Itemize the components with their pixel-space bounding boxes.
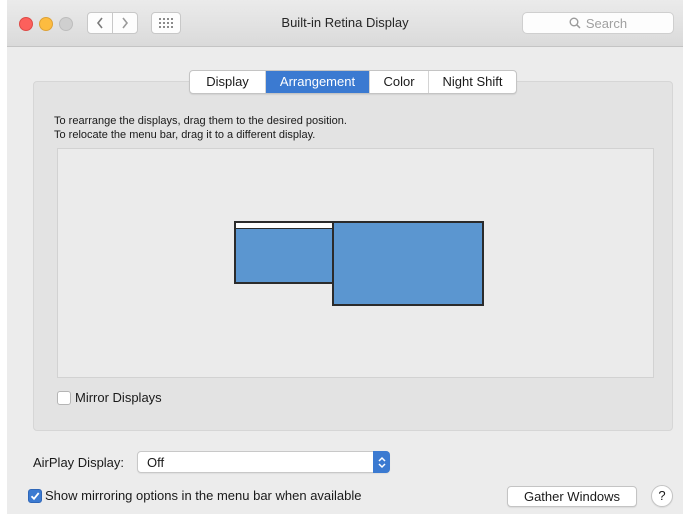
tab-bar: Display Arrangement Color Night Shift (189, 70, 517, 94)
show-mirroring-options-label[interactable]: Show mirroring options in the menu bar w… (45, 488, 362, 503)
rearrange-instruction: To rearrange the displays, drag them to … (54, 115, 347, 127)
tab-night-shift[interactable]: Night Shift (429, 71, 516, 93)
airplay-display-label: AirPlay Display: (33, 455, 125, 470)
show-mirroring-options-checkbox[interactable] (28, 489, 42, 503)
secondary-display-thumbnail[interactable] (332, 221, 484, 306)
search-field[interactable]: Search (522, 12, 674, 34)
tab-display[interactable]: Display (190, 71, 266, 93)
airplay-display-value: Off (147, 455, 165, 470)
gather-windows-button[interactable]: Gather Windows (507, 486, 637, 507)
help-button[interactable]: ? (651, 485, 673, 507)
main-display-thumbnail[interactable] (234, 221, 335, 284)
checkmark-icon (30, 492, 40, 501)
system-preferences-window: Built-in Retina Display Search Display A… (7, 0, 683, 514)
mirror-displays-checkbox[interactable] (57, 391, 71, 405)
tab-color[interactable]: Color (370, 71, 429, 93)
menu-bar-indicator[interactable] (236, 223, 333, 229)
airplay-display-select[interactable]: Off (137, 451, 390, 473)
search-placeholder: Search (585, 15, 628, 31)
title-bar: Built-in Retina Display Search (7, 0, 683, 47)
mirror-displays-label[interactable]: Mirror Displays (75, 390, 162, 405)
menubar-instruction: To relocate the menu bar, drag it to a d… (54, 129, 316, 141)
search-icon (569, 17, 581, 29)
popup-arrows-icon (373, 451, 390, 473)
tab-arrangement[interactable]: Arrangement (266, 71, 370, 93)
